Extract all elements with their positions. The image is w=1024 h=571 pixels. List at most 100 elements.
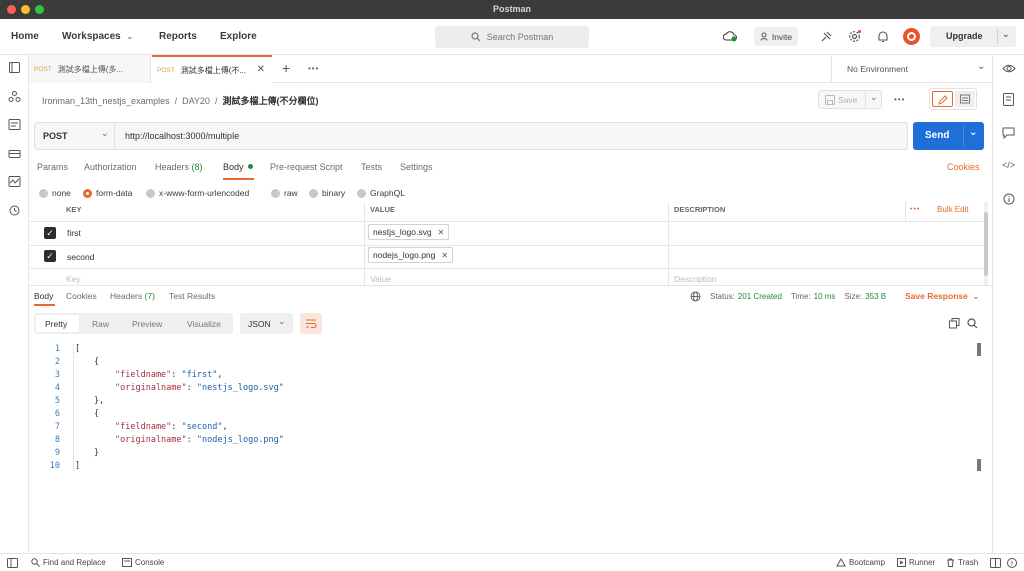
documentation-icon[interactable] — [1003, 93, 1014, 106]
request-tab[interactable]: POST 測試多檔上傳(多... — [29, 55, 151, 83]
cookies-link[interactable]: Cookies — [947, 162, 980, 172]
new-description-input[interactable]: Description — [674, 274, 717, 284]
gear-icon[interactable] — [848, 30, 861, 43]
environment-select[interactable]: No Environment ⌄ — [831, 55, 992, 83]
view-visualize[interactable]: Visualize — [187, 319, 221, 329]
radio-none[interactable]: none — [39, 188, 71, 198]
more-tabs-icon[interactable]: ••• — [308, 64, 319, 73]
mock-servers-icon[interactable] — [8, 148, 21, 159]
runner-icon — [897, 558, 906, 567]
tab-body[interactable]: Body — [223, 162, 254, 172]
row-checkbox[interactable]: ✓ — [44, 227, 56, 239]
save-button[interactable]: Save ⌄ — [818, 90, 882, 109]
tab-params[interactable]: Params — [37, 162, 68, 172]
add-tab-icon[interactable]: + — [282, 60, 290, 76]
monitors-icon[interactable] — [8, 176, 21, 187]
info-icon[interactable] — [1003, 193, 1015, 205]
response-tab-cookies[interactable]: Cookies — [66, 291, 97, 301]
close-icon[interactable]: ✕ — [441, 251, 448, 260]
table-scrollbar[interactable] — [984, 202, 988, 285]
runner-button[interactable]: Runner — [897, 558, 935, 567]
history-icon[interactable] — [8, 205, 21, 216]
avatar[interactable] — [903, 28, 920, 45]
scroll-marker[interactable] — [977, 459, 981, 471]
code-icon[interactable]: </> — [1002, 160, 1015, 170]
environments-icon[interactable] — [8, 119, 21, 130]
nav-reports[interactable]: Reports — [159, 31, 197, 42]
chevron-down-icon[interactable]: ⌄ — [1002, 29, 1010, 40]
layout-icon[interactable] — [990, 558, 1001, 568]
find-replace-button[interactable]: Find and Replace — [31, 558, 106, 567]
copy-icon[interactable] — [949, 318, 960, 329]
chevron-down-icon[interactable]: ⌄ — [870, 92, 878, 103]
new-value-input[interactable]: Value — [370, 274, 391, 284]
form-key[interactable]: first — [67, 228, 81, 238]
row-checkbox[interactable]: ✓ — [44, 250, 56, 262]
close-icon[interactable]: ✕ — [257, 64, 265, 75]
satellite-icon[interactable] — [820, 30, 833, 43]
radio-binary[interactable]: binary — [309, 188, 345, 198]
tab-label: 測試多檔上傳(多... — [57, 64, 124, 74]
tab-pre-request-script[interactable]: Pre-request Script — [270, 162, 343, 172]
view-pretty[interactable]: Pretty — [36, 315, 79, 332]
nav-home[interactable]: Home — [11, 31, 39, 42]
scroll-marker[interactable] — [977, 343, 981, 356]
docs-mode-button[interactable] — [955, 91, 975, 107]
view-raw[interactable]: Raw — [92, 319, 109, 329]
time-value[interactable]: 10 ms — [814, 292, 836, 301]
tab-label: 測試多檔上傳(不... — [180, 65, 247, 75]
tab-tests[interactable]: Tests — [361, 162, 382, 172]
size-value[interactable]: 353 B — [865, 292, 886, 301]
cloud-sync-icon[interactable] — [723, 30, 737, 42]
url-input[interactable]: http://localhost:3000/multiple — [125, 131, 239, 141]
docs-icon — [960, 94, 970, 104]
form-key[interactable]: second — [67, 252, 94, 262]
request-tab-active[interactable]: POST 測試多檔上傳(不... ✕ — [152, 55, 272, 83]
nav-explore[interactable]: Explore — [220, 31, 257, 42]
chevron-down-icon[interactable]: ⌄ — [969, 127, 977, 138]
nav-workspaces[interactable]: Workspaces ⌄ — [62, 31, 133, 42]
search-input[interactable]: Search Postman — [435, 26, 589, 48]
upgrade-button[interactable]: Upgrade ⌄ — [930, 26, 1016, 47]
comments-icon[interactable] — [1002, 127, 1015, 139]
response-tab-test-results[interactable]: Test Results — [169, 291, 215, 301]
search-icon[interactable] — [967, 318, 978, 329]
more-options-icon[interactable]: ••• — [894, 95, 905, 104]
radio-graphql[interactable]: GraphQL — [357, 188, 405, 198]
status-value[interactable]: 201 Created — [738, 292, 782, 301]
view-preview[interactable]: Preview — [132, 319, 162, 329]
format-select[interactable]: JSON ⌄ — [240, 313, 293, 334]
edit-mode-button[interactable] — [932, 91, 953, 107]
invite-button[interactable]: Invite — [754, 27, 798, 46]
breadcrumb-folder[interactable]: DAY20 — [182, 96, 210, 106]
radio-form-data[interactable]: form-data — [83, 188, 132, 198]
file-chip-label: nodejs_logo.png — [373, 250, 436, 260]
response-tab-body[interactable]: Body — [34, 291, 53, 301]
console-button[interactable]: Console — [122, 558, 164, 567]
bell-icon[interactable] — [877, 30, 889, 43]
tab-settings[interactable]: Settings — [400, 162, 433, 172]
bootcamp-button[interactable]: Bootcamp — [836, 558, 885, 567]
bulk-edit-link[interactable]: Bulk Edit — [937, 205, 969, 214]
breadcrumb-collection[interactable]: Ironman_13th_nestjs_examples — [42, 96, 170, 106]
trash-button[interactable]: Trash — [946, 558, 978, 567]
collections-icon[interactable] — [8, 62, 21, 73]
tab-authorization[interactable]: Authorization — [84, 162, 137, 172]
close-icon[interactable]: ✕ — [438, 228, 445, 237]
tab-headers[interactable]: Headers (8) — [155, 162, 203, 172]
radio-raw[interactable]: raw — [271, 188, 298, 198]
response-tab-headers[interactable]: Headers (7) — [110, 291, 155, 301]
send-button[interactable]: Send ⌄ — [913, 122, 984, 150]
wrap-lines-button[interactable] — [300, 313, 322, 334]
apis-icon[interactable] — [8, 91, 21, 102]
radio-urlencoded[interactable]: x-www-form-urlencoded — [146, 188, 249, 198]
more-options-icon[interactable]: ••• — [910, 206, 920, 213]
globe-icon[interactable] — [690, 291, 701, 302]
new-key-input[interactable]: Key — [66, 274, 81, 284]
eye-icon[interactable] — [1002, 63, 1016, 74]
active-tab-indicator — [223, 178, 254, 180]
save-response-button[interactable]: Save Response ⌄ — [905, 291, 979, 302]
sidebar-toggle-icon[interactable] — [7, 558, 18, 568]
help-icon[interactable]: ? — [1007, 558, 1017, 568]
method-select[interactable]: POST ⌄ — [35, 123, 115, 149]
